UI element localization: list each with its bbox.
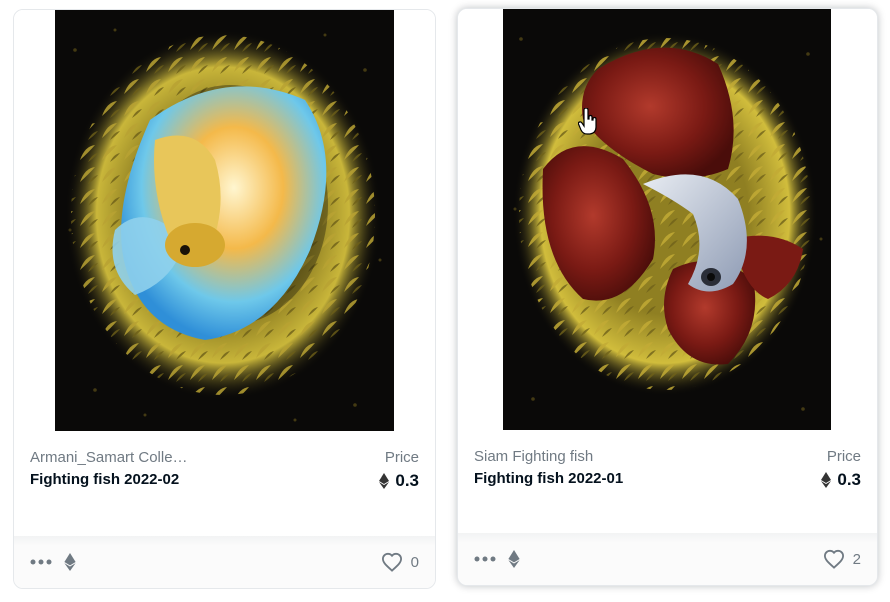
nft-name[interactable]: Fighting fish 2022-02 [30,471,179,488]
price-value: 0.3 [395,471,419,490]
nft-image-container[interactable] [14,10,435,431]
nft-image-container[interactable] [458,9,877,430]
heart-icon[interactable] [823,549,845,569]
collection-name[interactable]: Armani_Samart Colle… [30,449,188,466]
like-count: 2 [852,550,861,568]
price: 0.3 [821,470,861,490]
card-footer: 2 [458,533,877,585]
price-label: Price [384,449,419,466]
ethereum-icon [508,550,520,568]
ethereum-icon [379,473,390,489]
nft-artwork[interactable] [503,9,831,430]
collection-name[interactable]: Siam Fighting fish [474,448,593,465]
card-footer: 0 [14,536,435,588]
nft-info: Siam Fighting fish Fighting fish 2022-01… [458,430,877,536]
betta-fish-painting [55,10,394,431]
more-options-icon[interactable] [474,556,496,562]
nft-name[interactable]: Fighting fish 2022-01 [474,470,623,487]
nft-artwork[interactable] [55,10,394,431]
nft-card[interactable]: Siam Fighting fish Fighting fish 2022-01… [457,8,878,586]
price: 0.3 [379,471,419,491]
ethereum-icon [64,553,76,571]
heart-icon[interactable] [381,552,403,572]
nft-card[interactable]: Armani_Samart Colle… Fighting fish 2022-… [13,9,436,589]
price-value: 0.3 [837,470,861,489]
ethereum-icon [821,472,832,488]
like-count: 0 [410,553,419,571]
more-options-icon[interactable] [30,559,52,565]
nft-info: Armani_Samart Colle… Fighting fish 2022-… [14,431,435,537]
betta-fish-painting [503,9,831,430]
price-label: Price [826,448,861,465]
